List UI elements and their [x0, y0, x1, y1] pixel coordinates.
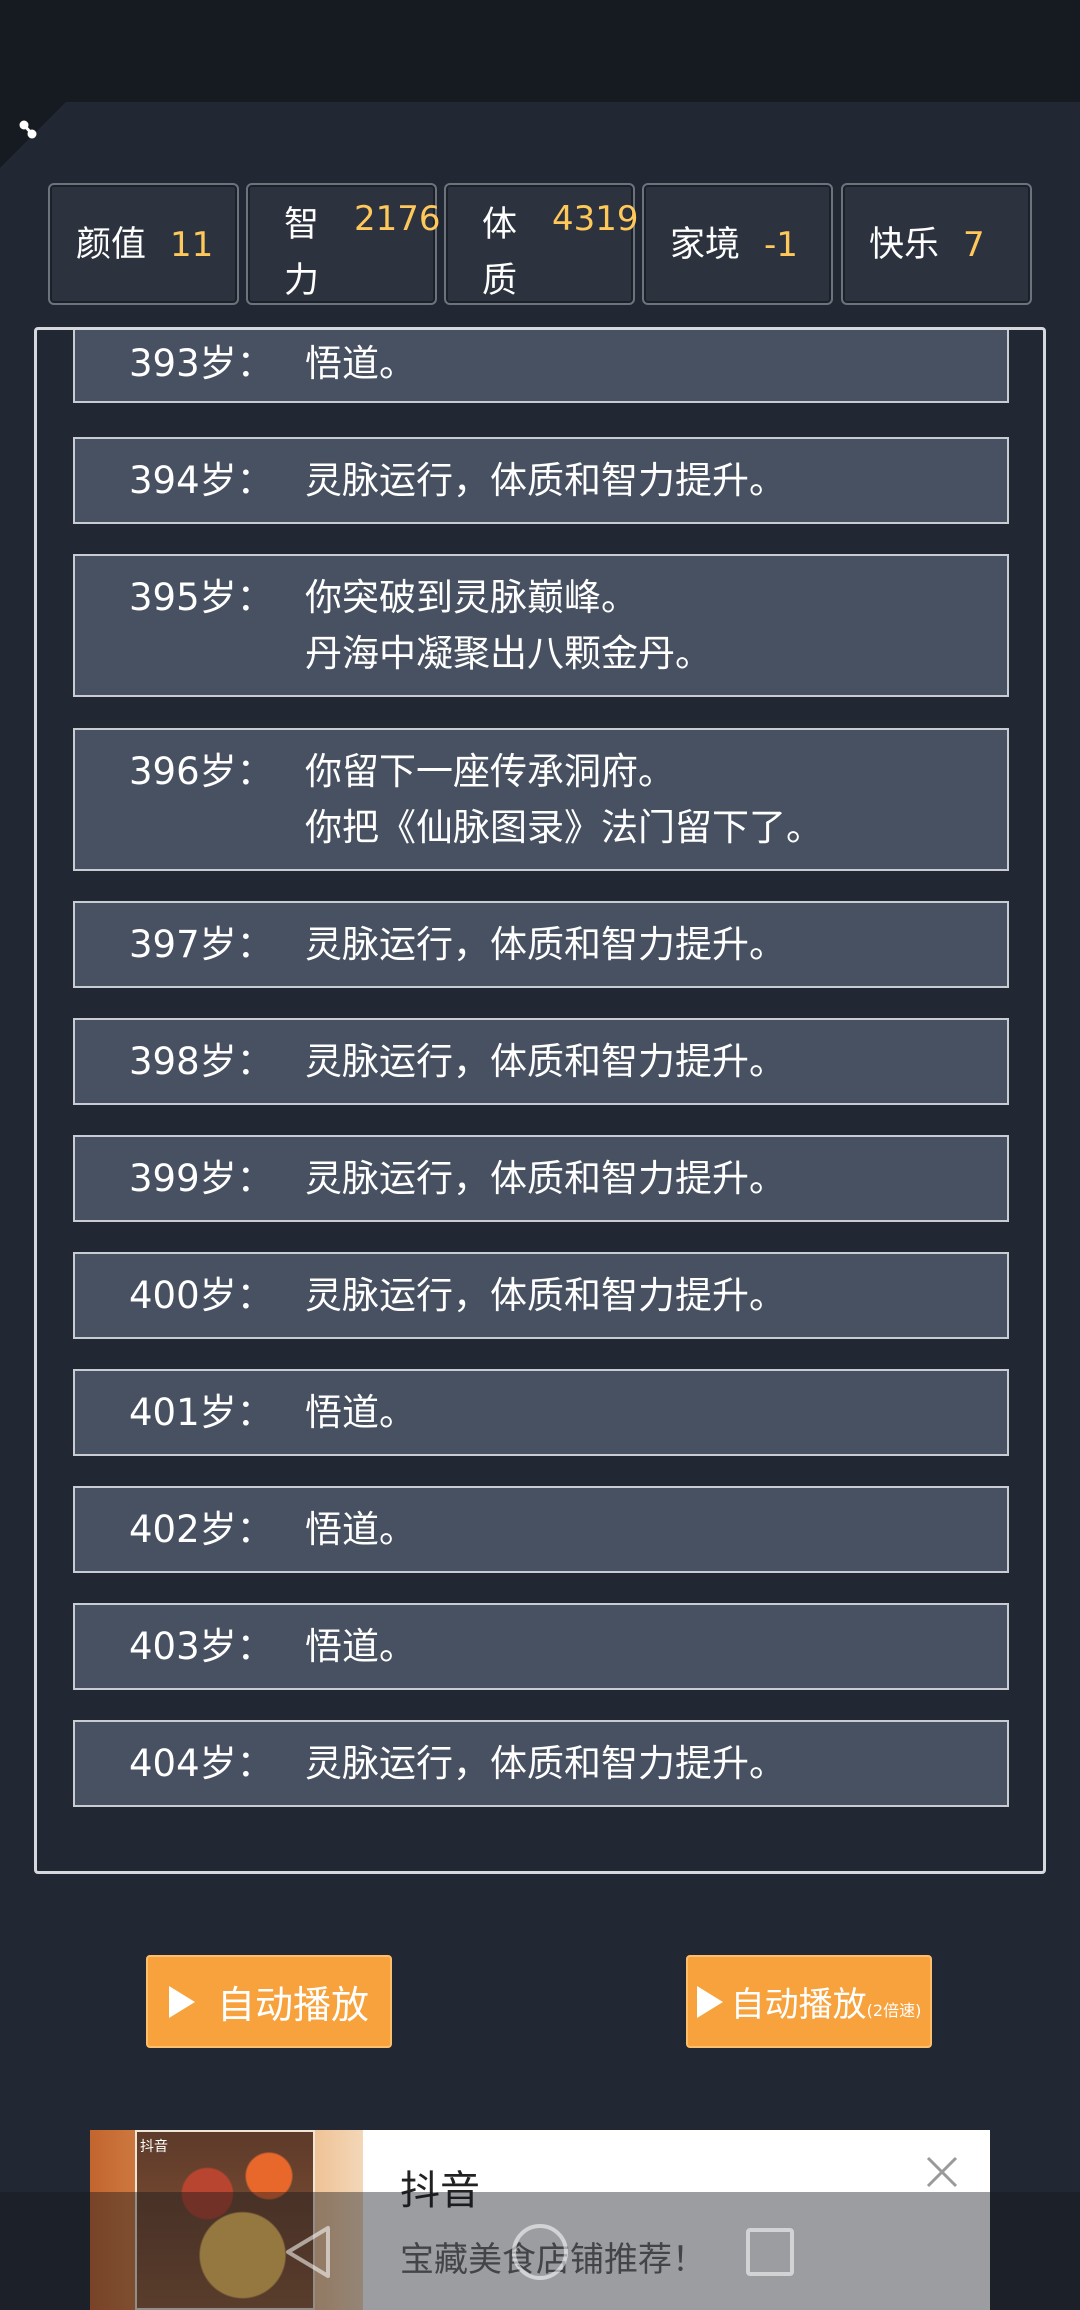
- status-bar: [0, 0, 1080, 102]
- stat-appearance: 颜值 11: [48, 183, 239, 305]
- stat-value: -1: [764, 225, 798, 265]
- log-text: 悟道。: [305, 1625, 416, 1668]
- stat-value: 7: [963, 225, 985, 265]
- stat-intelligence: 智力 2176: [246, 183, 441, 305]
- attribute-panel: 颜值 11 智力 2176 体质 4319 家境 -1 快乐 7: [48, 183, 1032, 305]
- log-entry: 402岁： 悟道。: [73, 1486, 1009, 1573]
- log-age: 400岁：: [129, 1274, 274, 1317]
- log-entry: 398岁： 灵脉运行，体质和智力提升。: [73, 1018, 1009, 1105]
- log-text: 灵脉运行，体质和智力提升。: [305, 923, 786, 966]
- stat-value: 4319: [552, 199, 639, 239]
- play-icon: [696, 1985, 723, 2018]
- log-age: 394岁：: [129, 459, 274, 502]
- log-entry: 395岁： 你突破到灵脉巅峰。 丹海中凝聚出八颗金丹。: [73, 554, 1009, 697]
- auto-play-label: 自动播放: [216, 1983, 369, 2027]
- log-age: 396岁：: [129, 750, 274, 793]
- log-text: 悟道。: [305, 342, 416, 385]
- log-age: 404岁：: [129, 1742, 274, 1785]
- log-text: 你留下一座传承洞府。: [305, 750, 675, 793]
- stat-constitution: 体质 4319: [444, 183, 639, 305]
- log-entry: 401岁： 悟道。: [73, 1369, 1009, 1456]
- log-text: 丹海中凝聚出八颗金丹。: [305, 632, 712, 675]
- log-text: 灵脉运行，体质和智力提升。: [305, 1040, 786, 1083]
- log-age: 402岁：: [129, 1508, 274, 1551]
- stat-label: 家境: [670, 225, 741, 265]
- log-entry: 394岁： 灵脉运行，体质和智力提升。: [73, 437, 1009, 524]
- log-entry: 397岁： 灵脉运行，体质和智力提升。: [73, 901, 1009, 988]
- log-age: 403岁：: [129, 1625, 274, 1668]
- stat-label: 智力: [284, 205, 320, 301]
- auto-play-2x-button[interactable]: 自动播放 (2倍速): [686, 1955, 932, 2048]
- log-entry: 403岁： 悟道。: [73, 1603, 1009, 1690]
- log-age: 397岁：: [129, 923, 274, 966]
- ad-app-badge: 抖音: [140, 2139, 168, 2155]
- log-entry: 399岁： 灵脉运行，体质和智力提升。: [73, 1135, 1009, 1222]
- stat-label: 体质: [482, 205, 518, 301]
- log-age: 398岁：: [129, 1040, 274, 1083]
- stat-happiness: 快乐 7: [841, 183, 1032, 305]
- auto-play-button[interactable]: 自动播放: [146, 1955, 392, 2048]
- log-age: 401岁：: [129, 1391, 274, 1434]
- play-icon: [168, 1985, 195, 2018]
- log-text: 灵脉运行，体质和智力提升。: [305, 459, 786, 502]
- log-entry: 393岁： 悟道。: [73, 330, 1009, 403]
- back-icon[interactable]: [280, 2222, 336, 2282]
- close-icon[interactable]: [922, 2152, 962, 2192]
- log-age: 395岁：: [129, 576, 274, 619]
- recents-icon[interactable]: [746, 2228, 794, 2276]
- log-entry: 404岁： 灵脉运行，体质和智力提升。: [73, 1720, 1009, 1807]
- home-icon[interactable]: [512, 2224, 568, 2280]
- life-log[interactable]: 393岁： 悟道。 394岁： 灵脉运行，体质和智力提升。 395岁： 你突破到…: [34, 327, 1046, 1874]
- log-text: 你突破到灵脉巅峰。: [305, 576, 638, 619]
- auto-play-2x-label: 自动播放: [730, 1985, 867, 2025]
- stat-value: 2176: [354, 199, 441, 239]
- log-entry: 400岁： 灵脉运行，体质和智力提升。: [73, 1252, 1009, 1339]
- stat-value: 11: [170, 225, 214, 265]
- settings-icon[interactable]: [14, 116, 44, 146]
- stat-label: 快乐: [869, 225, 940, 265]
- stat-family: 家境 -1: [642, 183, 833, 305]
- log-text: 悟道。: [305, 1391, 416, 1434]
- log-text: 灵脉运行，体质和智力提升。: [305, 1274, 786, 1317]
- log-age: 393岁：: [129, 342, 274, 385]
- log-text: 悟道。: [305, 1508, 416, 1551]
- log-entry: 396岁： 你留下一座传承洞府。 你把《仙脉图录》法门留下了。: [73, 728, 1009, 871]
- speed-note: (2倍速): [866, 2000, 922, 2020]
- log-text: 灵脉运行，体质和智力提升。: [305, 1742, 786, 1785]
- log-age: 399岁：: [129, 1157, 274, 1200]
- log-text: 灵脉运行，体质和智力提升。: [305, 1157, 786, 1200]
- stat-label: 颜值: [76, 225, 147, 265]
- log-text: 你把《仙脉图录》法门留下了。: [305, 806, 823, 849]
